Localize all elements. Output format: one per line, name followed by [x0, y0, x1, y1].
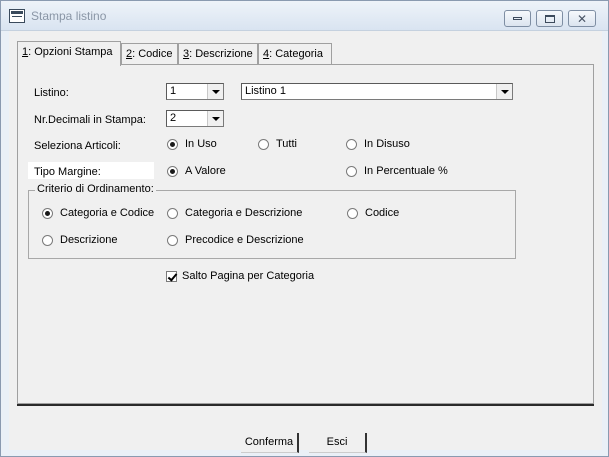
radio-dot: [258, 138, 269, 150]
options-panel: Listino: 1 Listino 1 Nr.Decimali in Stam…: [17, 64, 594, 404]
listino-code-select[interactable]: 1: [166, 83, 224, 100]
ordinamento-group: Criterio di Ordinamento: Categoria e Cod…: [28, 183, 516, 259]
app-icon: [9, 9, 25, 23]
conferma-button[interactable]: Conferma: [241, 433, 299, 453]
radio-descrizione[interactable]: Descrizione: [42, 234, 117, 246]
radio-categoria-codice[interactable]: Categoria e Codice: [42, 207, 154, 219]
radio-dot: [167, 207, 178, 219]
radio-precodice-descrizione[interactable]: Precodice e Descrizione: [167, 234, 304, 246]
tab-codice[interactable]: 2: Codice: [121, 43, 178, 65]
seleziona-label: Seleziona Articoli:: [34, 140, 121, 152]
maximize-icon: [544, 14, 555, 23]
radio-a-valore[interactable]: A Valore: [167, 165, 226, 177]
chevron-down-icon[interactable]: [207, 84, 223, 99]
radio-dot: [42, 234, 53, 246]
listino-label: Listino:: [34, 87, 69, 99]
tab-categoria[interactable]: 4: Categoria: [258, 43, 332, 65]
decimali-select[interactable]: 2: [166, 110, 224, 127]
radio-codice[interactable]: Codice: [347, 207, 399, 219]
tab-descrizione[interactable]: 3: Descrizione: [178, 43, 258, 65]
title-bar[interactable]: Stampa listino ✕: [1, 1, 608, 31]
minimize-button[interactable]: [504, 10, 531, 27]
radio-in-percentuale[interactable]: In Percentuale %: [346, 165, 448, 177]
radio-dot: [42, 207, 53, 219]
chevron-down-icon[interactable]: [207, 111, 223, 126]
tab-opzioni-stampa[interactable]: 1: Opzioni Stampa: [17, 41, 121, 66]
salto-pagina-checkbox[interactable]: Salto Pagina per Categoria: [166, 270, 314, 282]
radio-categoria-descrizione[interactable]: Categoria e Descrizione: [167, 207, 302, 219]
radio-dot: [167, 234, 178, 246]
radio-in-disuso[interactable]: In Disuso: [346, 138, 410, 150]
chevron-down-icon[interactable]: [496, 84, 512, 99]
radio-dot: [347, 207, 358, 219]
radio-dot: [346, 165, 357, 177]
radio-dot: [167, 165, 178, 177]
decimali-value: 2: [170, 112, 177, 124]
print-list-window: Stampa listino ✕ 1: Opzioni Stampa 2: Co…: [0, 0, 609, 457]
client-area: 1: Opzioni Stampa 2: Codice 3: Descrizio…: [9, 31, 602, 453]
radio-in-uso[interactable]: In Uso: [167, 138, 217, 150]
decimali-label: Nr.Decimali in Stampa:: [34, 114, 146, 126]
minimize-icon: [513, 17, 522, 20]
radio-dot: [346, 138, 357, 150]
esci-button[interactable]: Esci: [309, 433, 367, 453]
radio-dot: [167, 138, 178, 150]
listino-name-value: Listino 1: [245, 85, 286, 97]
maximize-button[interactable]: [536, 10, 563, 27]
close-icon: ✕: [576, 11, 588, 26]
listino-code-value: 1: [170, 85, 177, 97]
window-title: Stampa listino: [31, 9, 107, 23]
margine-label: Tipo Margine:: [34, 166, 101, 178]
panel-divider: [17, 404, 594, 406]
radio-tutti[interactable]: Tutti: [258, 138, 297, 150]
listino-name-select[interactable]: Listino 1: [241, 83, 513, 100]
ordinamento-title: Criterio di Ordinamento:: [35, 183, 156, 195]
close-button[interactable]: ✕: [568, 10, 596, 27]
checkmark-icon: [166, 270, 177, 282]
